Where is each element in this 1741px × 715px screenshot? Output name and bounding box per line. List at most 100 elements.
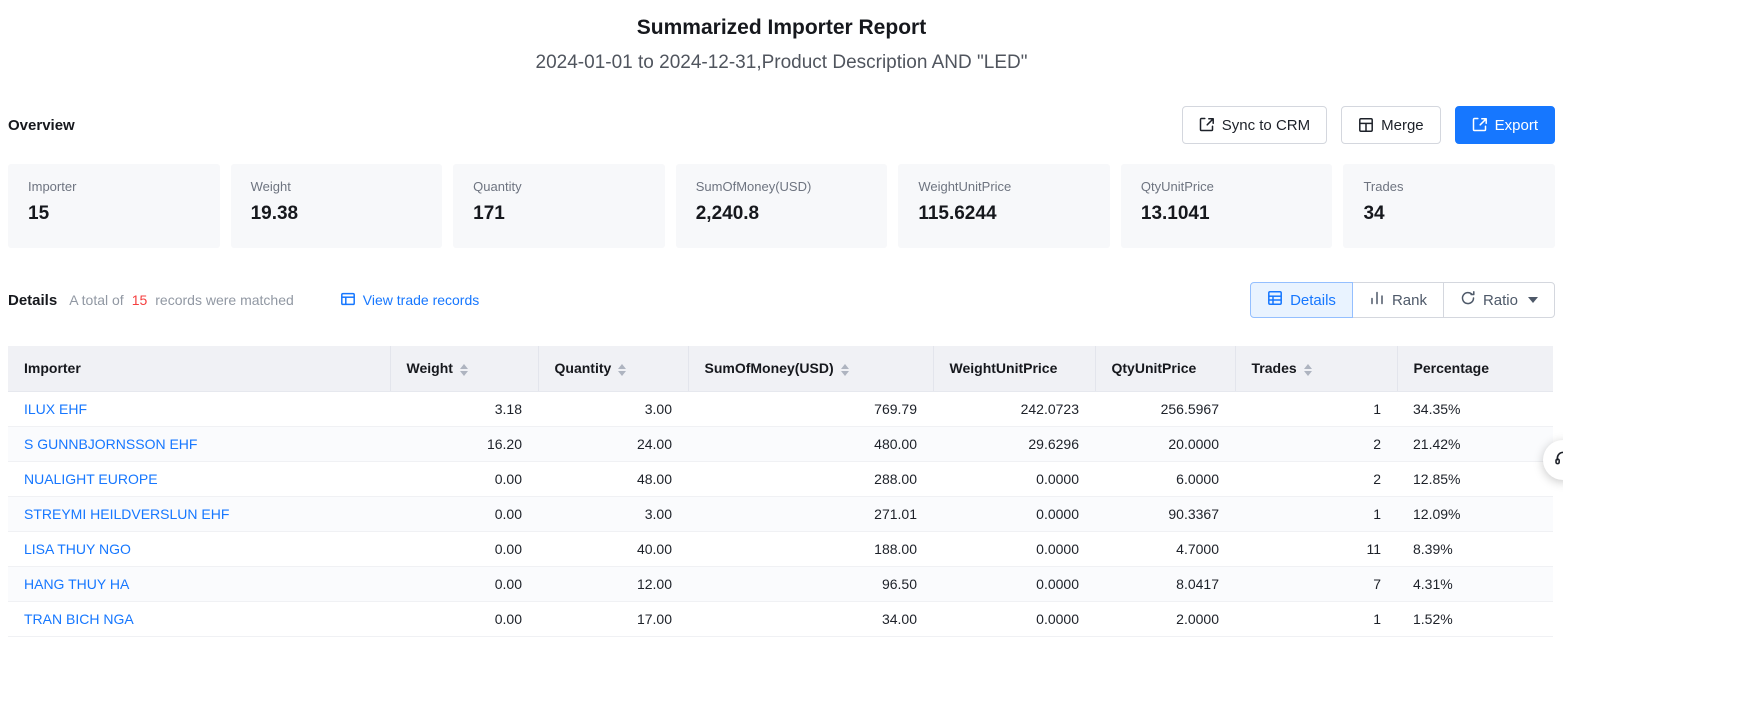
table-head: ImporterWeightQuantitySumOfMoney(USD)Wei… [8,346,1553,391]
export-button[interactable]: Export [1455,106,1555,144]
column-label: Percentage [1414,360,1489,376]
caret-up-icon [841,364,849,369]
cell-qty-unit-price: 2.0000 [1095,601,1235,636]
cell-trades: 1 [1235,391,1397,426]
cell-percentage: 8.39% [1397,531,1553,566]
cell-sum-of-money-usd: 188.00 [688,531,933,566]
importer-link[interactable]: STREYMI HEILDVERSLUN EHF [24,506,229,522]
tab-rank-label: Rank [1392,292,1427,309]
cell-weight-unit-price: 242.0723 [933,391,1095,426]
view-trade-records-link[interactable]: View trade records [340,291,479,310]
table-row: NUALIGHT EUROPE0.0048.00288.000.00006.00… [8,461,1553,496]
caret-down-icon [618,371,626,376]
tab-ratio[interactable]: Ratio [1443,282,1555,318]
cell-weight: 0.00 [390,496,538,531]
column-label: Weight [407,360,453,376]
sort-toggle-icon[interactable] [1304,364,1312,376]
column-header-trades[interactable]: Trades [1235,346,1397,391]
column-label: Trades [1252,360,1297,376]
cell-sum-of-money-usd: 769.79 [688,391,933,426]
stat-card: Weight 19.38 [231,164,443,248]
column-header-quantity[interactable]: Quantity [538,346,688,391]
importer-link[interactable]: ILUX EHF [24,401,87,417]
stat-label: Trades [1363,179,1535,194]
cell-qty-unit-price: 6.0000 [1095,461,1235,496]
cell-sum-of-money-usd: 271.01 [688,496,933,531]
export-label: Export [1495,117,1538,134]
stat-value: 115.6244 [918,203,1090,225]
merge-label: Merge [1381,117,1424,134]
sort-toggle-icon[interactable] [618,364,626,376]
chevron-down-icon [1528,297,1538,303]
cell-weight-unit-price: 0.0000 [933,531,1095,566]
stat-card: WeightUnitPrice115.6244 [898,164,1110,248]
caret-down-icon [841,371,849,376]
sort-toggle-icon[interactable] [841,364,849,376]
cell-trades: 1 [1235,496,1397,531]
page-title: Summarized Importer Report [8,16,1555,40]
column-header-qty-unit-price: QtyUnitPrice [1095,346,1235,391]
sync-to-crm-label: Sync to CRM [1222,117,1310,134]
stat-card: QtyUnitPrice13.1041 [1121,164,1333,248]
cell-trades: 2 [1235,426,1397,461]
sort-toggle-icon[interactable] [460,364,468,376]
cell-weight-unit-price: 29.6296 [933,426,1095,461]
stat-card: SumOfMoney(USD)2,240.8 [676,164,888,248]
cell-weight: 0.00 [390,566,538,601]
cell-quantity: 12.00 [538,566,688,601]
headset-icon [1554,449,1563,472]
sync-to-crm-button[interactable]: Sync to CRM [1182,106,1327,144]
summary-suffix: records were matched [155,292,294,308]
cell-importer: TRAN BICH NGA [8,601,390,636]
column-header-sum-of-money-usd[interactable]: SumOfMoney(USD) [688,346,933,391]
column-header-weight-unit-price: WeightUnitPrice [933,346,1095,391]
cell-weight: 3.18 [390,391,538,426]
column-label: SumOfMoney(USD) [705,360,834,376]
cell-importer: ILUX EHF [8,391,390,426]
stat-label: SumOfMoney(USD) [696,179,868,194]
cell-importer: NUALIGHT EUROPE [8,461,390,496]
stat-card: Quantity171 [453,164,665,248]
table-header-row: ImporterWeightQuantitySumOfMoney(USD)Wei… [8,346,1553,391]
trade-records-icon [340,291,356,310]
cell-weight: 0.00 [390,531,538,566]
stat-value: 171 [473,203,645,225]
cell-weight: 0.00 [390,601,538,636]
export-icon [1472,117,1488,133]
importer-link[interactable]: S GUNNBJORNSSON EHF [24,436,197,452]
stat-value: 19.38 [251,203,423,225]
cell-sum-of-money-usd: 34.00 [688,601,933,636]
stats-row: Importer15Weight19.38Quantity171SumOfMon… [8,164,1555,248]
cell-percentage: 21.42% [1397,426,1553,461]
column-header-percentage: Percentage [1397,346,1553,391]
cell-weight-unit-price: 0.0000 [933,461,1095,496]
importer-link[interactable]: LISA THUY NGO [24,541,131,557]
ratio-icon [1460,290,1476,310]
cell-percentage: 4.31% [1397,566,1553,601]
tab-details[interactable]: Details [1250,282,1353,318]
details-label: Details [8,292,57,309]
cell-qty-unit-price: 20.0000 [1095,426,1235,461]
cell-weight-unit-price: 0.0000 [933,566,1095,601]
column-header-weight[interactable]: Weight [390,346,538,391]
overview-bar: Overview Sync to CRM [8,106,1555,144]
cell-sum-of-money-usd: 288.00 [688,461,933,496]
importer-link[interactable]: TRAN BICH NGA [24,611,134,627]
stat-card: Importer15 [8,164,220,248]
caret-up-icon [1304,364,1312,369]
data-table: ImporterWeightQuantitySumOfMoney(USD)Wei… [8,346,1553,637]
stat-value: 34 [1363,203,1535,225]
cell-trades: 7 [1235,566,1397,601]
importer-link[interactable]: HANG THUY HA [24,576,129,592]
merge-button[interactable]: Merge [1341,106,1441,144]
cell-quantity: 17.00 [538,601,688,636]
stat-card: Trades 34 [1343,164,1555,248]
tab-ratio-label: Ratio [1483,292,1518,309]
caret-up-icon [460,364,468,369]
view-switcher: Details Rank [1250,282,1555,318]
tab-rank[interactable]: Rank [1352,282,1444,318]
importer-link[interactable]: NUALIGHT EUROPE [24,471,158,487]
details-summary: A total of 15 records were matched [69,292,294,308]
stat-label: Weight [251,179,423,194]
cell-weight-unit-price: 0.0000 [933,496,1095,531]
